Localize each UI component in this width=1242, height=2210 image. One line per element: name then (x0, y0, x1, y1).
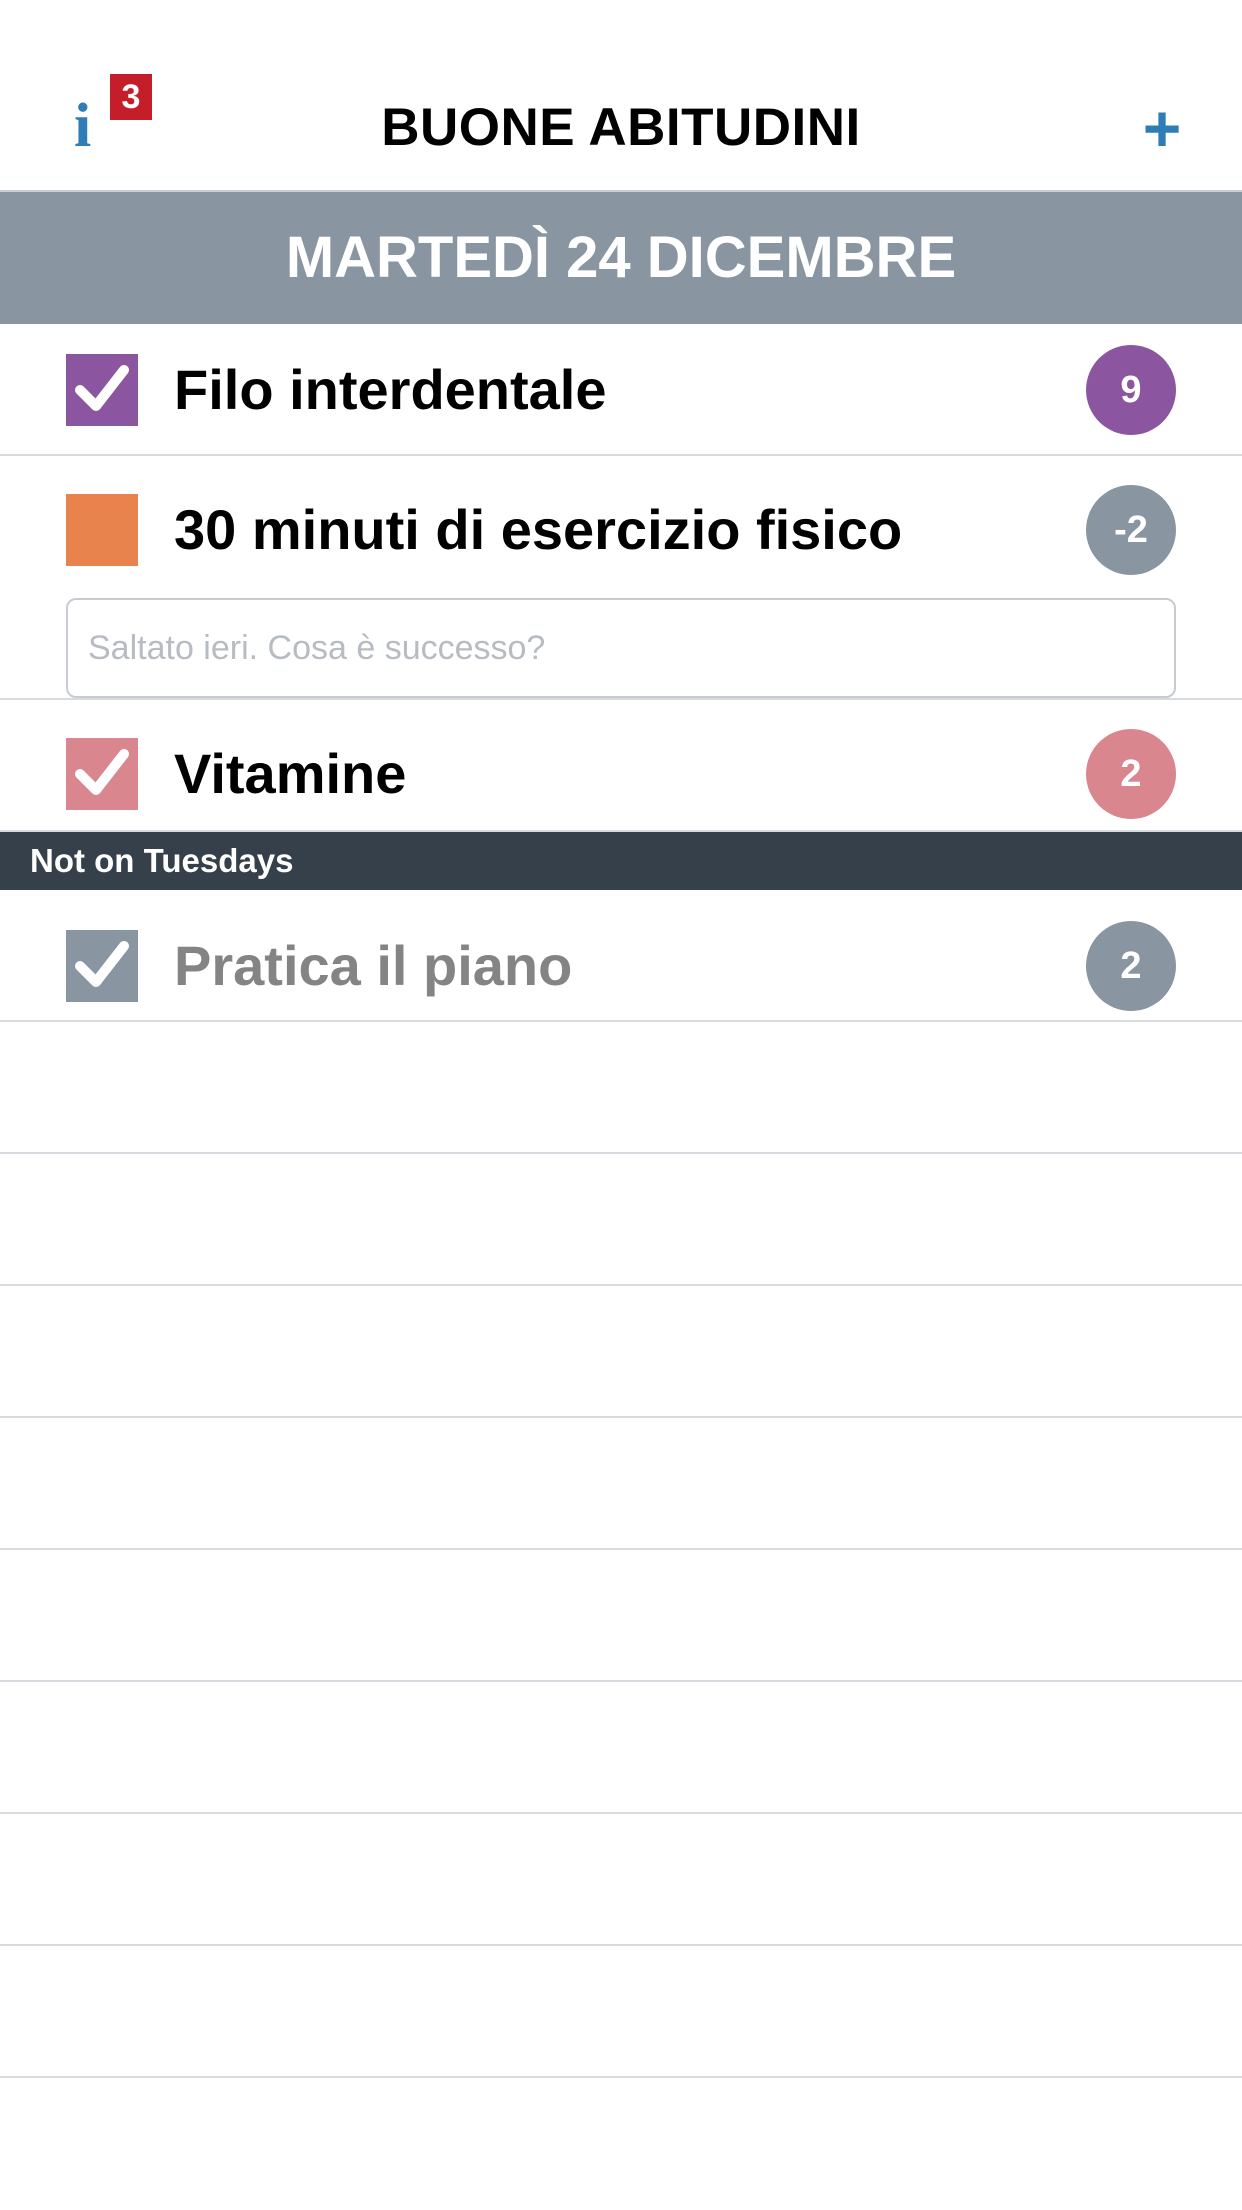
empty-row (0, 1154, 1242, 1286)
habit-checkbox[interactable] (66, 930, 138, 1002)
habit-checkbox[interactable] (66, 494, 138, 566)
streak-count-badge: 2 (1086, 921, 1176, 1011)
empty-row (0, 2078, 1242, 2210)
streak-count-badge: -2 (1086, 485, 1176, 575)
empty-row (0, 1418, 1242, 1550)
habit-checkbox[interactable] (66, 738, 138, 810)
add-habit-button[interactable]: + (1136, 95, 1188, 161)
habit-label: Filo interdentale (174, 358, 607, 421)
empty-row (0, 1286, 1242, 1418)
checkbox-fill (66, 494, 138, 566)
empty-row (0, 1682, 1242, 1814)
nav-bar: i 3 BUONE ABITUDINI + (0, 0, 1242, 192)
skip-note-input[interactable] (66, 598, 1176, 698)
empty-row (0, 1814, 1242, 1946)
habit-row-vitamins[interactable]: Vitamine 2 (0, 700, 1242, 832)
empty-row (0, 1022, 1242, 1154)
habit-label: 30 minuti di esercizio fisico (174, 498, 903, 561)
plus-icon: + (1142, 91, 1182, 165)
section-header: Not on Tuesdays (0, 832, 1242, 890)
date-header[interactable]: MARTEDÌ 24 DICEMBRE (0, 192, 1242, 324)
streak-count-badge: 2 (1086, 729, 1176, 819)
habit-row-floss[interactable]: Filo interdentale 9 (0, 324, 1242, 456)
page-title: BUONE ABITUDINI (381, 98, 861, 157)
empty-row (0, 1550, 1242, 1682)
habit-row-piano[interactable]: Pratica il piano 2 (0, 890, 1242, 1022)
habit-label: Pratica il piano (174, 934, 573, 997)
streak-count-badge: 9 (1086, 345, 1176, 435)
habit-checkbox[interactable] (66, 354, 138, 426)
empty-row (0, 1946, 1242, 2078)
habit-label: Vitamine (174, 742, 407, 805)
